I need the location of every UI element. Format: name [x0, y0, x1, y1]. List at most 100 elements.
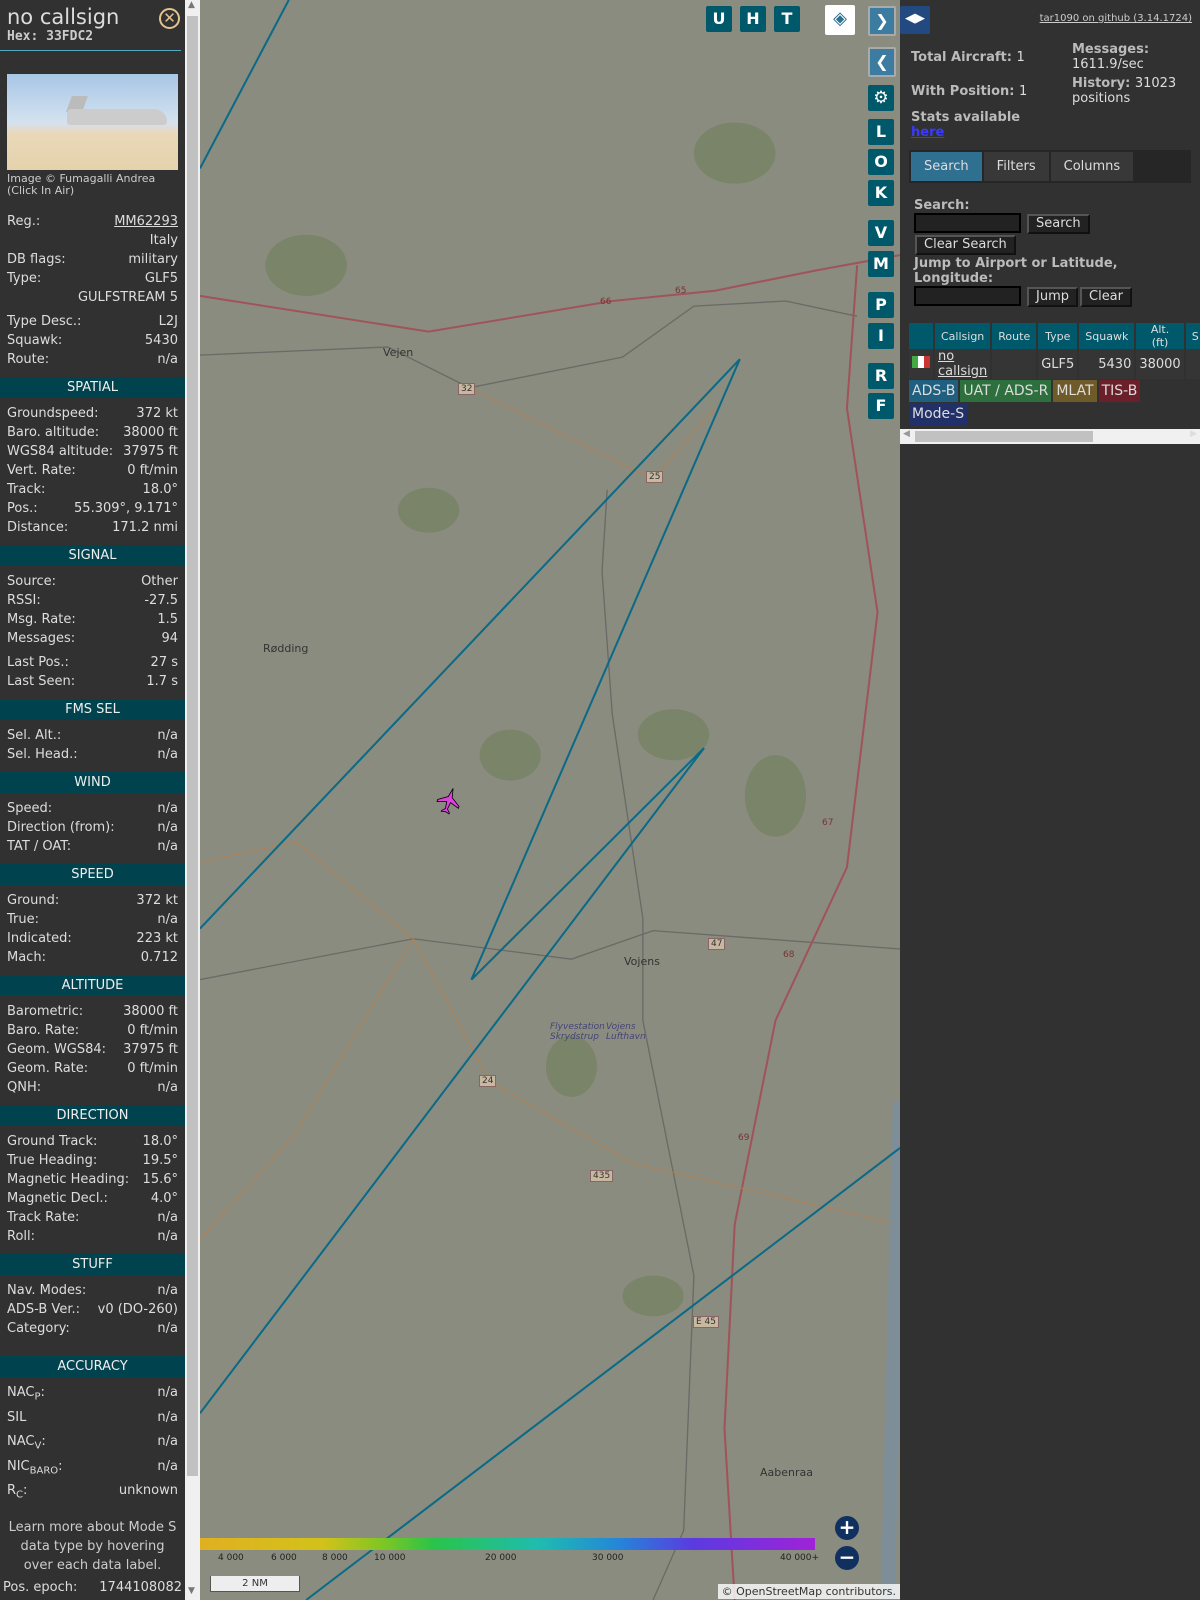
place-label: Rødding	[263, 642, 309, 655]
detail-row: Ground: 372 kt	[0, 891, 185, 910]
place-label: Aabenraa	[760, 1466, 813, 1479]
detail-row: Nav. Modes: n/a	[0, 1281, 185, 1300]
tab-search[interactable]: Search	[911, 152, 982, 181]
road-label: 69	[738, 1133, 750, 1143]
detail-label: Sel. Head.:	[7, 747, 78, 762]
road-label: 435	[590, 1170, 614, 1182]
detail-row: Route: n/a	[0, 350, 185, 369]
jump-button[interactable]: Jump	[1027, 287, 1078, 307]
registration-link[interactable]: MM62293	[114, 212, 178, 231]
zoom-in-button[interactable]: +	[835, 1516, 859, 1540]
altitude-scale-label: 4 000	[218, 1553, 244, 1563]
road-label: 24	[479, 1075, 497, 1087]
toggle-i-button[interactable]: I	[868, 323, 894, 349]
detail-value: 55.309°, 9.171°	[74, 501, 178, 516]
detail-value: v0 (DO-260)	[97, 1302, 178, 1317]
toggle-t-button[interactable]: T	[774, 6, 800, 32]
toggle-u-button[interactable]: U	[706, 6, 732, 32]
detail-row: Indicated: 223 kt	[0, 929, 185, 948]
table-row[interactable]: no callsign GLF5 5430 38000	[909, 349, 1200, 379]
toggle-k-button[interactable]: K	[868, 180, 894, 206]
toggle-f-button[interactable]: F	[868, 393, 894, 419]
detail-row: Mach: 0.712	[0, 948, 185, 967]
callsign-cell[interactable]: no callsign	[938, 349, 987, 379]
detail-row: Squawk: 5430	[0, 331, 185, 350]
detail-value: n/a	[157, 1229, 178, 1244]
detail-row: Magnetic Decl.: 4.0°	[0, 1189, 185, 1208]
toggle-l-button[interactable]: L	[868, 119, 894, 145]
road-label: 65	[675, 286, 687, 296]
chevron-left-icon[interactable]: ❮	[868, 47, 896, 77]
toggle-p-button[interactable]: P	[868, 292, 894, 318]
detail-value: unknown	[118, 1483, 178, 1499]
detail-label: RSSI:	[7, 593, 41, 608]
toggle-h-button[interactable]: H	[740, 6, 766, 32]
detail-label: ADS-B Ver.:	[7, 1302, 80, 1317]
squawk-cell: 5430	[1079, 349, 1135, 379]
layers-icon[interactable]: ◈	[825, 5, 855, 35]
map-attribution[interactable]: © OpenStreetMap contributors.	[717, 1584, 900, 1599]
clear-search-button[interactable]: Clear Search	[915, 235, 1016, 255]
detail-value: -27.5	[144, 593, 178, 608]
detail-value: 38000 ft	[123, 1004, 178, 1019]
detail-value: n/a	[157, 1321, 178, 1336]
aircraft-marker-icon[interactable]	[435, 785, 464, 816]
toggle-o-button[interactable]: O	[868, 149, 894, 175]
search-button[interactable]: Search	[1027, 214, 1090, 234]
detail-row: NACV: n/a	[0, 1432, 185, 1457]
tab-columns[interactable]: Columns	[1050, 152, 1134, 181]
map[interactable]: Vejen Rødding Vojens Aabenraa Flyvestati…	[200, 0, 900, 1600]
total-value: 1	[1016, 50, 1025, 65]
detail-label: Speed:	[7, 801, 53, 816]
close-icon[interactable]: ✕	[159, 8, 180, 29]
expand-collapse-icon[interactable]: ◀▶	[900, 6, 930, 34]
photo-credit[interactable]: Image © Fumagalli Andrea (Click In Air)	[0, 170, 185, 197]
jump-input[interactable]	[914, 286, 1021, 306]
column-header[interactable]	[909, 323, 933, 349]
section-header: SPEED	[0, 864, 185, 885]
detail-label: Indicated:	[7, 931, 72, 946]
messages-value: 1611.9/sec	[1072, 57, 1144, 72]
column-header[interactable]: Callsign	[935, 323, 991, 349]
column-header[interactable]: Squawk	[1079, 323, 1135, 349]
detail-row: TAT / OAT: n/a	[0, 837, 185, 856]
aircraft-photo[interactable]	[7, 74, 178, 170]
detail-row: Direction (from): n/a	[0, 818, 185, 837]
toggle-r-button[interactable]: R	[868, 363, 894, 389]
detail-label: Mach:	[7, 950, 46, 965]
total-label: Total Aircraft:	[911, 50, 1012, 65]
place-label: Vejen	[383, 346, 414, 359]
place-label: Vojens	[624, 955, 660, 968]
detail-label: Magnetic Decl.:	[7, 1191, 108, 1206]
github-link[interactable]: tar1090 on github (3.14.1724)	[1040, 13, 1192, 24]
tab-filters[interactable]: Filters	[983, 152, 1049, 181]
stats-link[interactable]: here	[911, 125, 944, 140]
zoom-out-button[interactable]: −	[835, 1546, 859, 1570]
legend-badge: ADS-B	[909, 380, 959, 402]
type-cell: GLF5	[1038, 349, 1078, 379]
detail-label: Baro. Rate:	[7, 1023, 80, 1038]
detail-label: Groundspeed:	[7, 406, 99, 421]
road-label: 47	[708, 938, 726, 950]
detail-value: military	[128, 252, 178, 267]
toggle-v-button[interactable]: V	[868, 220, 894, 246]
detail-scrollbar[interactable]: ▲ ▼	[185, 0, 200, 1600]
detail-value: GLF5	[144, 271, 178, 286]
toggle-m-button[interactable]: M	[868, 251, 894, 277]
clear-jump-button[interactable]: Clear	[1080, 287, 1132, 307]
column-header[interactable]: Route	[992, 323, 1037, 349]
detail-row: Messages: 94	[0, 629, 185, 648]
detail-row: RC: unknown	[0, 1481, 185, 1506]
settings-gear-icon[interactable]: ⚙	[868, 85, 894, 111]
column-header[interactable]: Type	[1038, 323, 1078, 349]
detail-value: 37975 ft	[123, 1042, 178, 1057]
epoch-row: Pos. epoch: 1744108082	[0, 1578, 185, 1597]
road-label: E 45	[693, 1316, 719, 1328]
detail-label: NICBARO:	[7, 1457, 63, 1482]
detail-label: Barometric:	[7, 1004, 84, 1019]
column-header[interactable]: Alt. (ft)	[1136, 323, 1184, 349]
table-scrollbar[interactable]: ◀ ▶	[900, 429, 1200, 444]
chevron-right-icon[interactable]: ❯	[868, 6, 896, 36]
search-input[interactable]	[914, 213, 1021, 233]
column-header[interactable]: S	[1185, 323, 1200, 349]
